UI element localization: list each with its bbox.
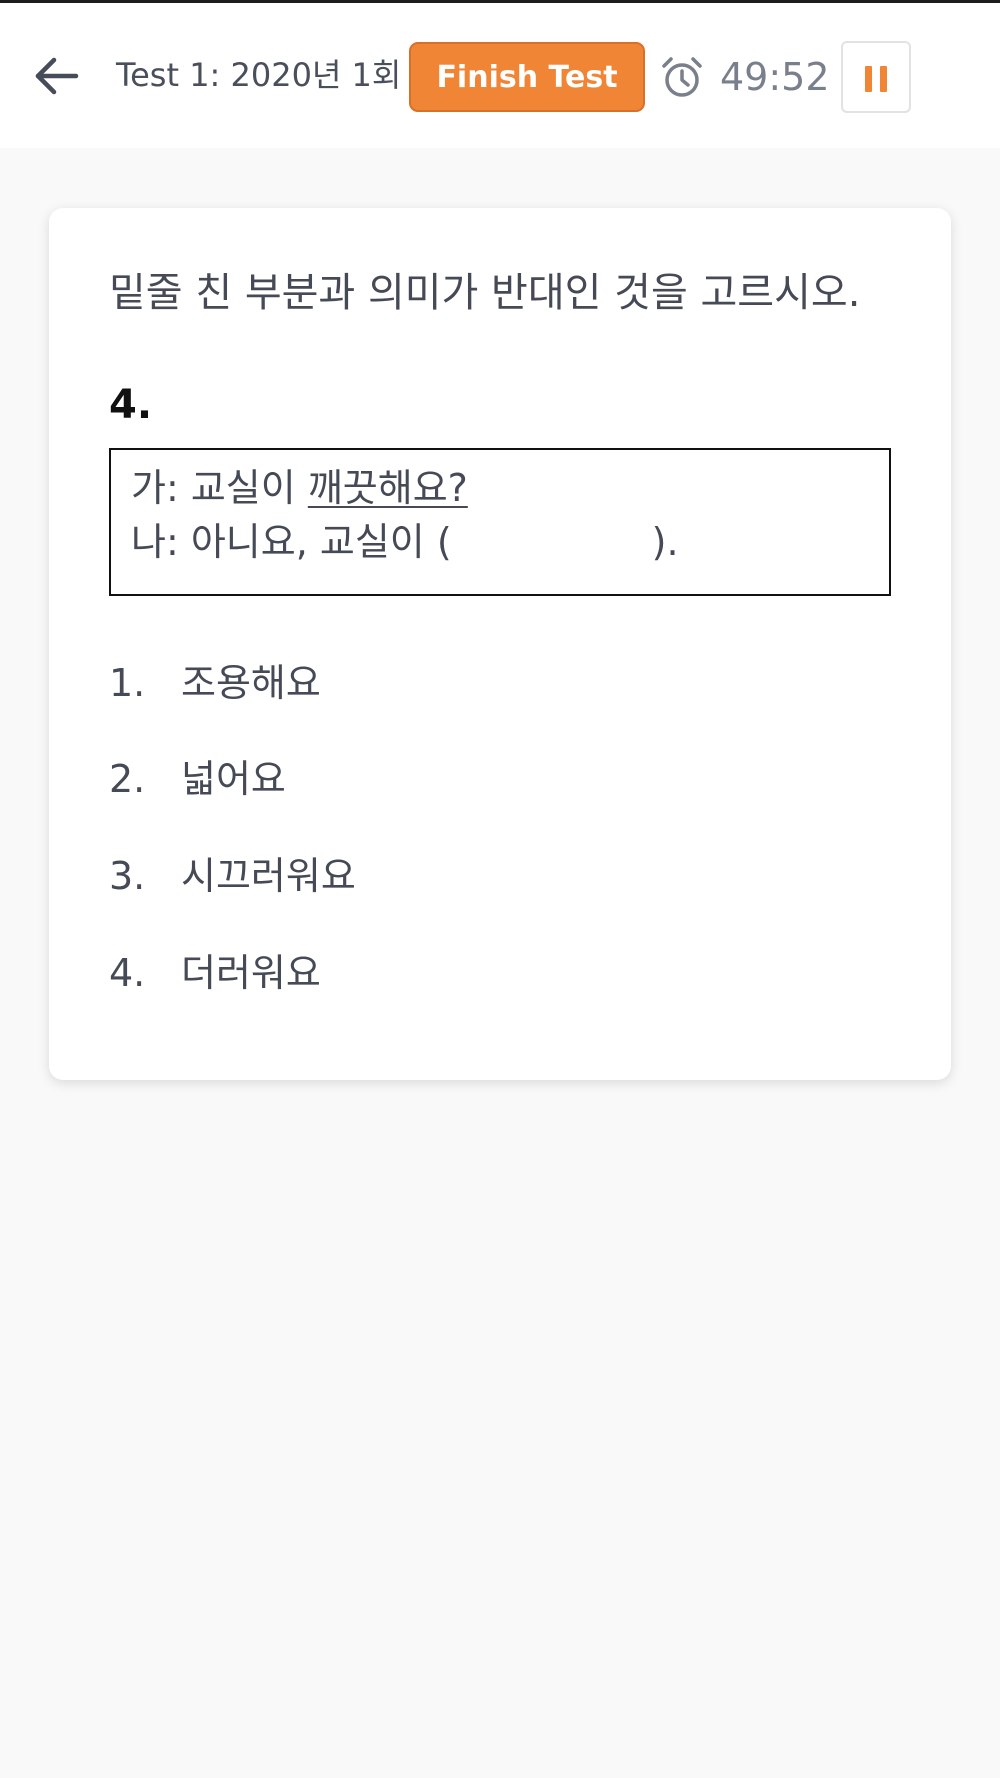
dialog-line-2: 나: 아니요, 교실이 (). — [131, 518, 679, 566]
back-button[interactable] — [28, 48, 84, 104]
dialog-line-2-prefix: 나: 아니요, 교실이 ( — [131, 520, 452, 564]
question-instruction: 밑줄 친 부분과 의미가 반대인 것을 고르시오. — [109, 270, 861, 316]
answer-option-4[interactable]: 4. 더러워요 — [109, 948, 609, 998]
finish-test-button[interactable]: Finish Test — [409, 42, 645, 112]
answer-option-2[interactable]: 2. 넓어요 — [109, 754, 609, 804]
answer-option-1[interactable]: 1. 조용해요 — [109, 658, 609, 708]
answer-option-3[interactable]: 3. 시끄러워요 — [109, 851, 609, 901]
test-header: Test 1: 2020년 1회 Finish Test 49:52 — [0, 3, 1000, 148]
question-number: 4. — [109, 382, 153, 428]
dialog-line-1: 가: 교실이 깨끗해요? — [131, 464, 468, 512]
option-text: 조용해요 — [181, 661, 321, 705]
option-number: 4. — [109, 951, 146, 995]
dialog-line-1-prefix: 가: 교실이 — [131, 466, 308, 510]
dialog-box: 가: 교실이 깨끗해요? 나: 아니요, 교실이 (). — [109, 448, 891, 596]
option-text: 넓어요 — [181, 757, 286, 801]
option-text: 더러워요 — [181, 951, 321, 995]
option-number: 3. — [109, 854, 146, 898]
option-number: 1. — [109, 661, 146, 705]
pause-button[interactable] — [841, 41, 911, 113]
alarm-clock-icon — [662, 57, 702, 97]
underlined-word: 깨끗해요? — [307, 466, 468, 510]
arrow-left-icon — [35, 57, 79, 95]
option-number: 2. — [109, 757, 146, 801]
option-text: 시끄러워요 — [181, 854, 356, 898]
countdown-timer: 49:52 — [720, 55, 830, 99]
dialog-line-2-suffix: ). — [651, 520, 679, 564]
test-title: Test 1: 2020년 1회 — [116, 56, 402, 94]
question-card: 밑줄 친 부분과 의미가 반대인 것을 고르시오. 4. 가: 교실이 깨끗해요… — [49, 208, 951, 1080]
